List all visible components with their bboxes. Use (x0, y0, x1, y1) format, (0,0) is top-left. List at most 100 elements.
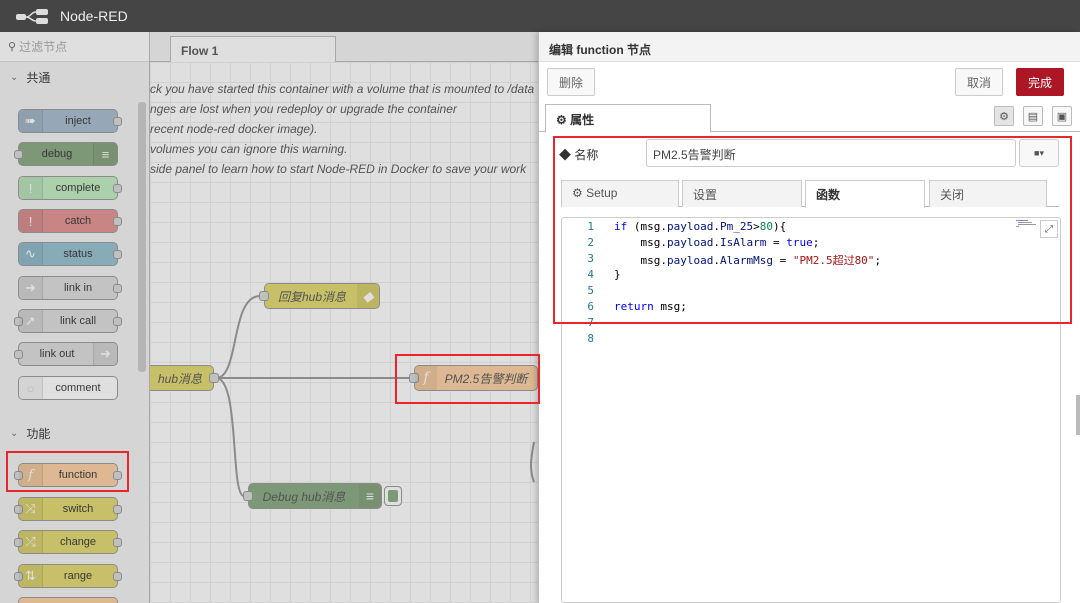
gear-icon[interactable]: ⚙ (994, 106, 1014, 126)
code-line: 4 } (562, 268, 1002, 284)
list-icon: ≡ (359, 484, 381, 508)
pulse-icon: ∿ (19, 243, 43, 265)
code-line: 8 (562, 332, 1002, 348)
palette-node-range[interactable]: ⇅ range (14, 564, 122, 588)
palette-search-placeholder: 过滤节点 (19, 40, 68, 54)
tab-settings[interactable]: 设置 (682, 180, 802, 207)
palette-search-input[interactable]: ⚲ 过滤节点 (0, 32, 149, 62)
palette-node-label: switch (62, 503, 94, 515)
node-pm25-function[interactable]: f PM2.5告警判断 (409, 365, 538, 391)
palette-node-debug[interactable]: debug ≡ (14, 142, 118, 166)
code-text: return msg; (614, 300, 687, 313)
tab-function[interactable]: 函数 (805, 180, 925, 208)
tab-label: Setup (586, 186, 618, 200)
azure-icon: ◆ (357, 284, 379, 308)
tab-properties[interactable]: ⚙ 属性 (545, 104, 711, 133)
appearance-icon[interactable]: ▣ (1052, 106, 1072, 126)
tab-close[interactable]: 关闭 (929, 180, 1047, 207)
output-port[interactable] (209, 373, 219, 383)
palette-node-inject[interactable]: ➠ inject (18, 109, 122, 133)
tab-flow-1[interactable]: Flow 1 (170, 36, 336, 63)
flow-wires (215, 295, 535, 497)
node-label: hub消息 (157, 371, 203, 386)
code-editor[interactable]: 1 if (msg.payload.Pm_25>80){ 2 msg.paylo… (561, 217, 1061, 603)
chevron-down-icon: ⌄ (10, 71, 19, 83)
line-number: 2 (587, 236, 594, 249)
range-icon: ⇅ (19, 565, 43, 587)
input-port[interactable] (259, 291, 269, 301)
category-header-function[interactable]: ⌄ 功能 (0, 418, 50, 448)
palette-scrollbar[interactable] (138, 102, 146, 372)
node-debug-hub[interactable]: Debug hub消息 ≡ (243, 483, 382, 509)
palette-node-label: debug (41, 148, 73, 160)
delete-button[interactable]: 删除 (547, 68, 595, 96)
tab-setup[interactable]: ⚙ Setup (561, 180, 679, 207)
code-text: msg.payload.IsAlarm = true; (614, 236, 820, 249)
chevron-down-icon: ⌄ (10, 427, 19, 439)
palette-node-label: function (58, 469, 98, 481)
palette-node-complete[interactable]: ! complete (18, 176, 122, 200)
palette-node-label: range (63, 570, 93, 582)
name-dropdown-button[interactable]: ■▾ (1019, 139, 1059, 167)
function-icon: f (19, 464, 43, 486)
palette-node-link-call[interactable]: ➚ link call (14, 309, 122, 333)
node-palette: ⚲ 过滤节点 ⌄ 共通 ➠ inject debug ≡ ! complete … (0, 32, 150, 603)
link-call-icon: ➚ (19, 310, 43, 332)
line-number: 4 (587, 268, 594, 281)
output-port[interactable] (113, 284, 122, 293)
output-port[interactable] (113, 117, 122, 126)
palette-node-link-out[interactable]: link out ➜ (14, 342, 118, 366)
output-port[interactable] (113, 317, 122, 326)
palette-node-switch[interactable]: ⤨ switch (14, 497, 122, 521)
input-port[interactable] (243, 491, 253, 501)
palette-node-function[interactable]: f function (14, 463, 122, 487)
palette-node-change[interactable]: ⤮ change (14, 530, 122, 554)
tag-icon: ◆ (559, 148, 572, 162)
line-number: 7 (587, 316, 594, 329)
output-port[interactable] (113, 471, 122, 480)
code-line: 1 if (msg.payload.Pm_25>80){ (562, 220, 1002, 236)
workspace: Flow 1 ck you have started this containe… (150, 32, 538, 603)
arrow-right-icon: ➠ (19, 110, 43, 132)
palette-node-label: catch (64, 215, 92, 227)
input-port[interactable] (14, 150, 23, 159)
code-line: 2 msg.payload.IsAlarm = true; (562, 236, 1002, 252)
function-sub-tabs: ⚙ Setup 设置 函数 关闭 (561, 180, 1059, 208)
node-reply-hub[interactable]: 回复hub消息 ◆ (259, 283, 380, 309)
workspace-tabs: Flow 1 (150, 32, 538, 63)
tab-label: 属性 (570, 113, 595, 127)
output-port[interactable] (113, 538, 122, 547)
palette-node-label: status (63, 248, 93, 260)
category-label: 功能 (26, 426, 51, 441)
done-button[interactable]: 完成 (1016, 68, 1064, 96)
link-out-icon: ➜ (93, 343, 117, 365)
output-port[interactable] (113, 250, 122, 259)
palette-node-partial[interactable] (18, 597, 118, 603)
name-field-label: ◆ 名称 (559, 146, 598, 163)
input-port[interactable] (14, 350, 23, 359)
flow-canvas[interactable]: ck you have started this container with … (150, 62, 538, 603)
output-port[interactable] (113, 572, 122, 581)
category-header-common[interactable]: ⌄ 共通 (0, 62, 149, 92)
expand-icon[interactable]: ⤢ (1040, 220, 1058, 238)
palette-node-label: link in (63, 282, 93, 294)
debug-toggle-button[interactable] (384, 486, 402, 506)
output-port[interactable] (113, 184, 122, 193)
palette-node-comment[interactable]: ○ comment (18, 376, 118, 400)
document-icon[interactable]: ▤ (1023, 106, 1043, 126)
cancel-button[interactable]: 取消 (955, 68, 1003, 96)
output-port[interactable] (113, 505, 122, 514)
comment-icon: ○ (19, 377, 43, 399)
exclamation-icon: ! (19, 177, 43, 199)
palette-node-catch[interactable]: ! catch (18, 209, 122, 233)
right-edge-scrollbar[interactable] (1076, 395, 1080, 435)
code-minimap[interactable] (1016, 219, 1038, 229)
palette-node-link-in[interactable]: ➜ link in (18, 276, 122, 300)
code-text: msg.payload.AlarmMsg = "PM2.5超过80"; (614, 254, 882, 267)
node-hub-in[interactable]: hub消息 (150, 365, 219, 391)
output-port[interactable] (113, 217, 122, 226)
list-icon: ≡ (93, 143, 117, 165)
palette-node-status[interactable]: ∿ status (18, 242, 122, 266)
code-line: 7 (562, 316, 1002, 332)
name-input[interactable]: PM2.5告警判断 (646, 139, 1016, 167)
